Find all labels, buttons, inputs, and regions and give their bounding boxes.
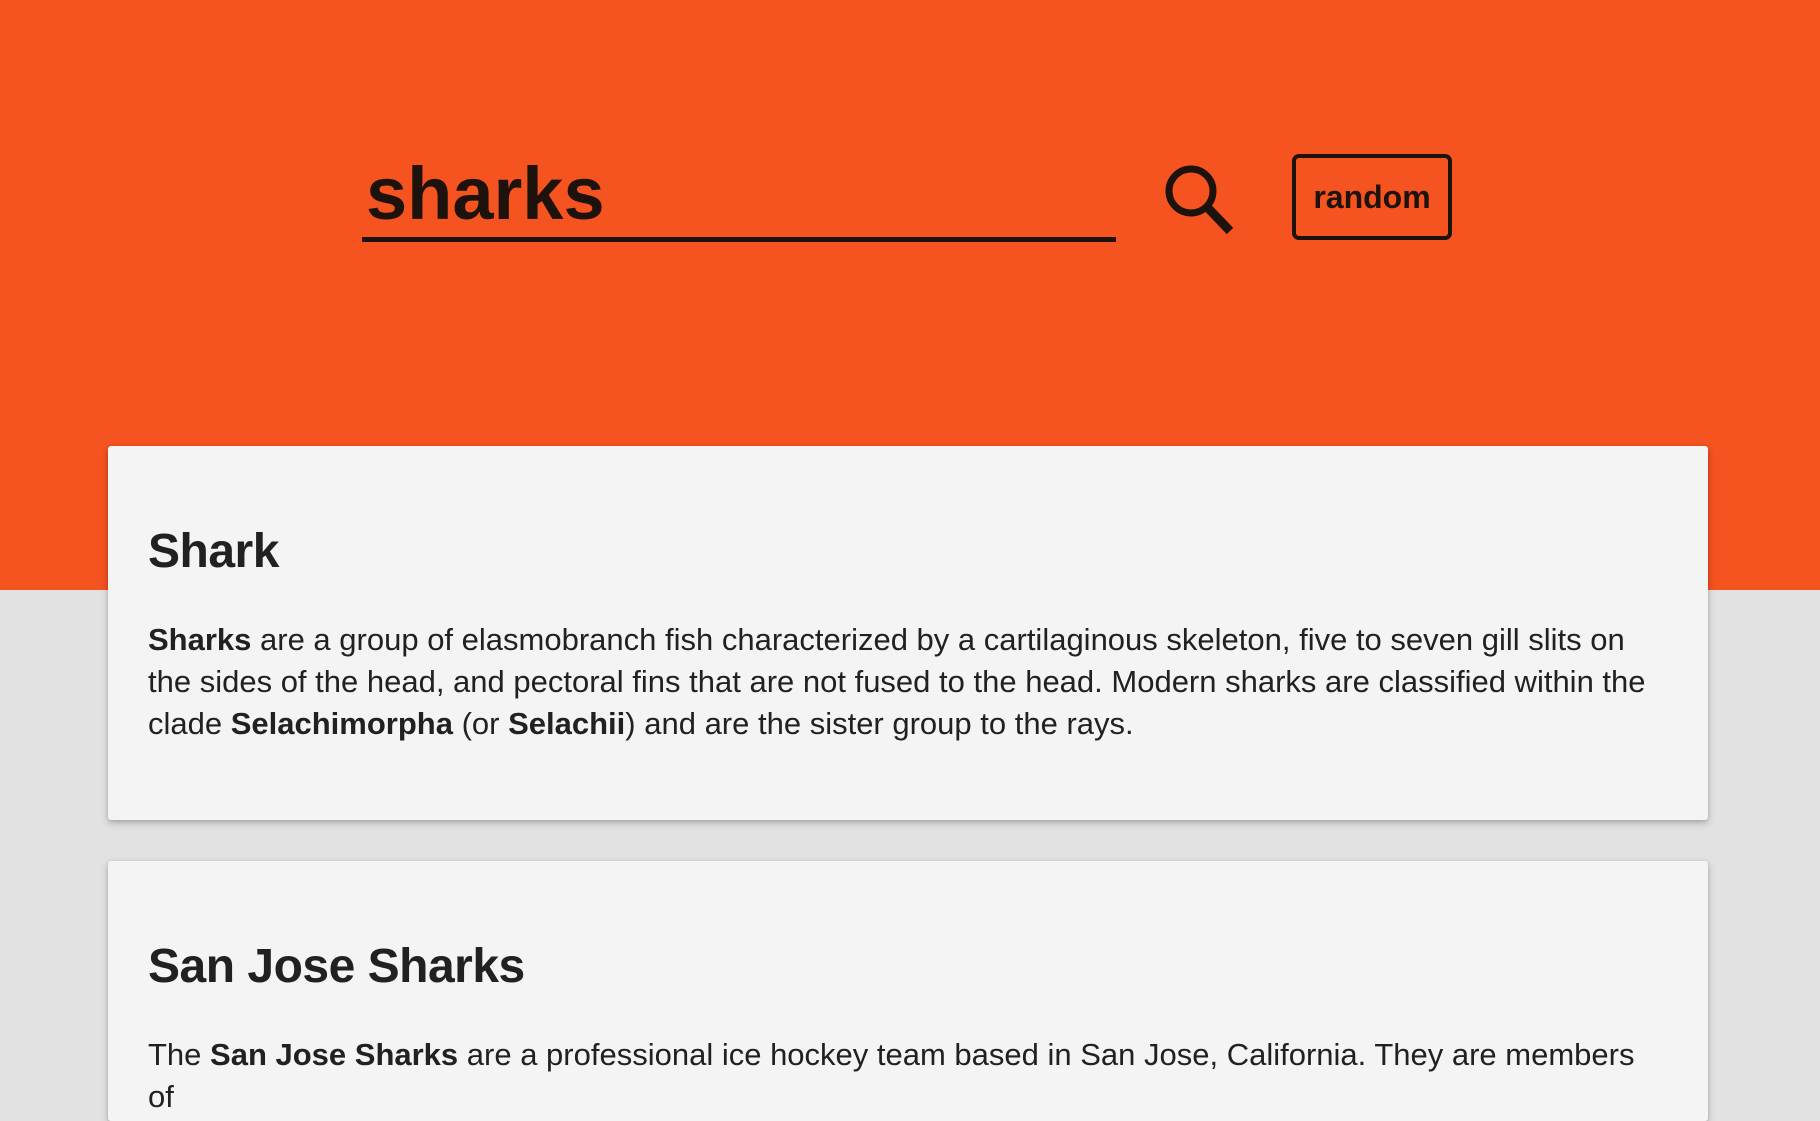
snippet-text: ) and are the sister group to the rays. — [625, 706, 1134, 741]
snippet-text: The — [148, 1037, 211, 1072]
snippet-bold: San Jose Sharks — [210, 1037, 459, 1072]
snippet-bold: Sharks — [148, 622, 252, 657]
search-bar — [362, 150, 1116, 250]
snippet-text: (or — [452, 706, 509, 741]
search-input[interactable] — [362, 150, 1116, 242]
snippet-bold: Selachimorpha — [230, 706, 453, 741]
result-card[interactable]: Shark Sharks are a group of elasmobranch… — [108, 446, 1708, 820]
random-button-label: random — [1313, 178, 1431, 215]
result-snippet: The San Jose Sharks are a professional i… — [148, 1034, 1668, 1118]
result-card[interactable]: San Jose Sharks The San Jose Sharks are … — [108, 861, 1708, 1121]
result-snippet: Sharks are a group of elasmobranch fish … — [148, 619, 1668, 745]
result-title: Shark — [148, 525, 279, 578]
random-button[interactable]: random — [1292, 154, 1452, 240]
search-icon — [1165, 165, 1234, 235]
search-button[interactable] — [1160, 160, 1240, 240]
snippet-bold: Selachii — [508, 706, 626, 741]
result-title: San Jose Sharks — [148, 940, 525, 993]
